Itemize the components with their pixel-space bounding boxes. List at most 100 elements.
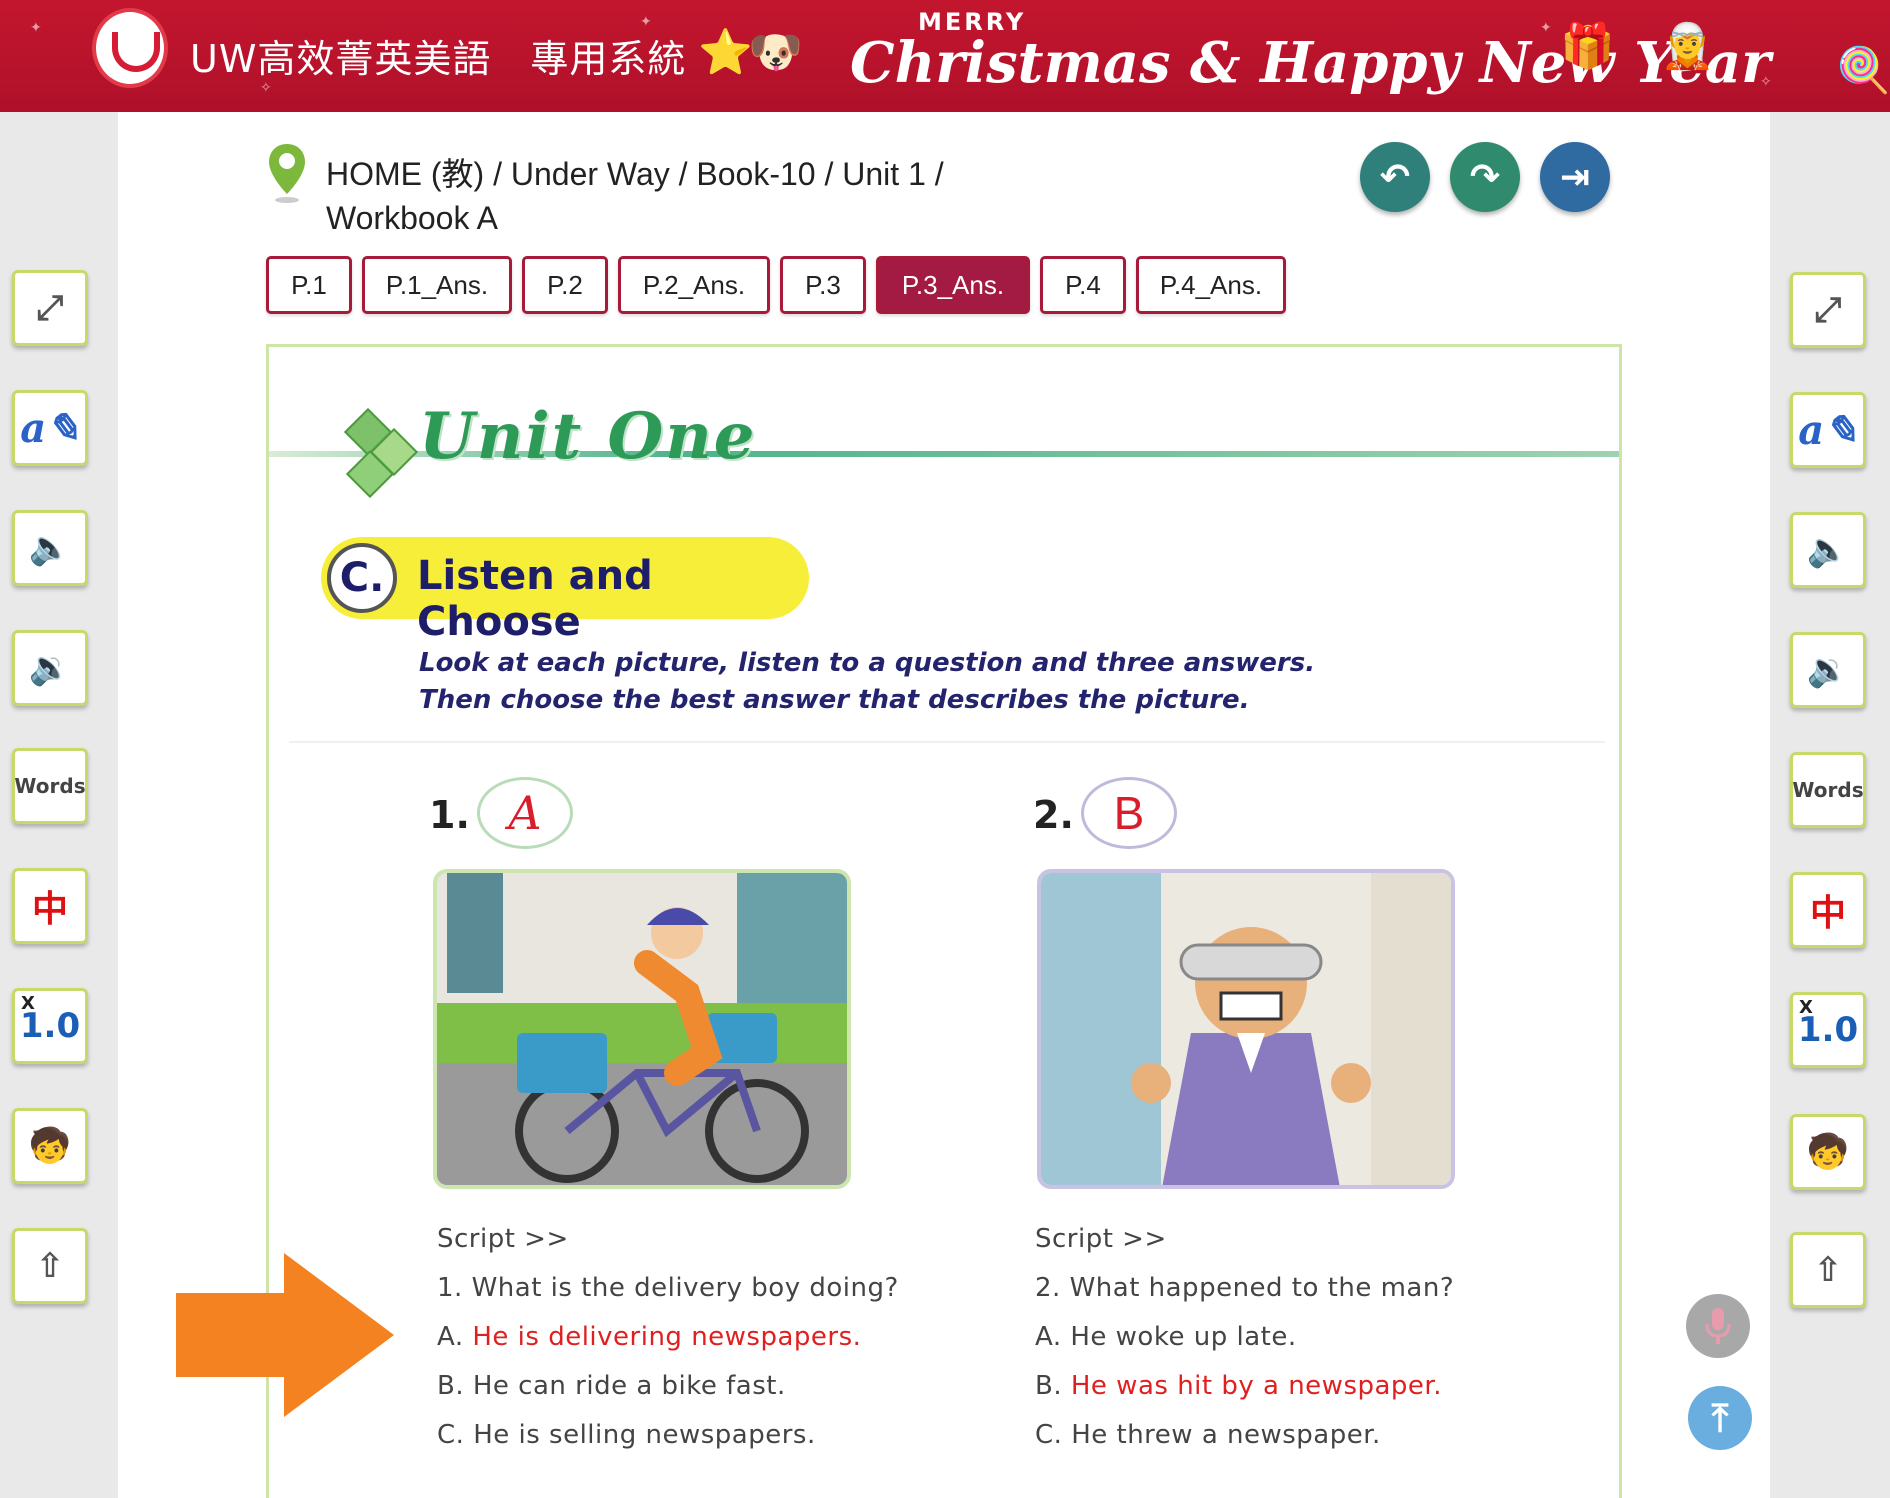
right-toolbar: ⤢ a✎ 🔈 🔉 Words 中 X 1.0 🧒 ⇧ [1770,112,1890,1498]
instructions-line-1: Look at each picture, listen to a questi… [419,648,1316,678]
instructions-line-2: Then choose the best answer that describ… [419,685,1250,715]
option-letter: A. [437,1322,464,1352]
back-button[interactable]: ↶ [1360,142,1430,212]
upload-arrow-icon: ⇧ [1813,1250,1843,1290]
speaker-document-icon: 🔈 [1806,530,1850,570]
option-text: He is selling newspapers. [473,1420,816,1450]
tab-label: P.2_Ans. [642,269,746,300]
script-question: 2. What happened to the man? [1035,1273,1455,1303]
chinese-off-icon: 中 [1809,893,1846,934]
option-text: He woke up late. [1070,1322,1297,1352]
tab-p2-ans[interactable]: P.2_Ans. [618,256,770,314]
speaker-list-icon: 🔉 [1806,650,1850,690]
location-pin-icon [269,144,305,203]
delivery-boy-illustration [437,873,847,1185]
tab-p1-ans[interactable]: P.1_Ans. [362,256,512,314]
site-title: UW高效菁英美語 專用系統 [190,37,687,81]
expand-arrows-icon: ⤢ [36,288,64,328]
scroll-to-top-button[interactable]: ⤒ [1688,1386,1752,1450]
tab-label: P.3 [805,269,841,300]
tab-label: P.2 [547,269,583,300]
script-option-c: C. He threw a newspaper. [1035,1411,1454,1460]
words-button[interactable]: Words [12,748,88,824]
unit-title: Unit One [419,399,757,474]
upload-button[interactable]: ⇧ [12,1228,88,1304]
workbook-page: Unit One C. Listen and Choose Look at ea… [266,344,1622,1498]
script-option-a: A. He is delivering newspapers. [437,1313,899,1362]
microphone-button[interactable] [1686,1294,1750,1358]
answer-oval-a: A [477,777,573,849]
tab-label: P.4 [1065,269,1101,300]
audio-script-button-right[interactable]: 🔉 [1790,632,1866,708]
tab-p4-ans[interactable]: P.4_Ans. [1136,256,1286,314]
expand-arrows-icon: ⤢ [1814,290,1842,330]
star-ornament-icon: ⭐ [698,27,753,78]
option-letter: C. [1035,1420,1063,1450]
script-question-1: Script >> 1. What is the delivery boy do… [437,1215,899,1460]
chinese-toggle-button[interactable]: 中 [12,868,88,944]
script-option-a: A. He woke up late. [1035,1313,1454,1362]
left-toolbar: ⤢ a✎ 🔈 🔉 Words 中 X 1.0 🧒 ⇧ [0,112,118,1498]
upload-arrow-icon: ⇧ [35,1246,65,1286]
chinese-toggle-button-right[interactable]: 中 [1790,872,1866,948]
undo-arrow-icon: ↶ [1379,156,1411,198]
tab-p3[interactable]: P.3 [780,256,866,314]
tab-p4[interactable]: P.4 [1040,256,1126,314]
instructions: Look at each picture, listen to a questi… [419,645,1319,719]
words-label: Words [1792,778,1864,802]
character-guide-button[interactable]: 🧒 [12,1108,88,1184]
tab-p3-ans[interactable]: P.3_Ans. [876,256,1030,314]
option-letter: C. [437,1420,465,1450]
site-logo[interactable] [92,8,168,88]
puppy-mascot-icon: 🐶 [748,27,803,78]
tab-label: P.4_Ans. [1159,269,1263,300]
question-number: 1. [429,793,470,837]
upload-button-right[interactable]: ⇧ [1790,1232,1866,1308]
section-title: Listen and Choose [417,553,653,645]
speed-prefix: X [21,993,35,1014]
option-text: He threw a newspaper. [1071,1420,1381,1450]
section-letter: C. [327,543,397,613]
playback-speed-button-right[interactable]: X 1.0 [1790,992,1866,1068]
pen-letter-a-icon: a✎ [20,404,80,452]
answer-letter: B [1113,787,1145,839]
audio-sheet-button-right[interactable]: 🔈 [1790,512,1866,588]
forward-button[interactable]: ↷ [1450,142,1520,212]
chinese-off-icon: 中 [31,889,68,930]
option-letter: B. [437,1371,465,1401]
cartoon-kid-icon: 🧒 [1806,1132,1850,1172]
tab-p1[interactable]: P.1 [266,256,352,314]
elf-ornament-icon: 🧝 [1660,21,1715,72]
script-question: 1. What is the delivery boy doing? [437,1273,899,1303]
arrow-up-icon: ⤒ [1711,1395,1729,1440]
microphone-icon [1705,1308,1731,1344]
tab-p2[interactable]: P.2 [522,256,608,314]
audio-script-button[interactable]: 🔉 [12,630,88,706]
speaker-list-icon: 🔉 [28,648,72,688]
script-option-c: C. He is selling newspapers. [437,1411,899,1460]
man-hit-by-newspaper-illustration [1041,873,1451,1185]
speed-prefix: X [1799,997,1813,1018]
question-number: 2. [1033,793,1074,837]
fullscreen-button[interactable]: ⤢ [12,270,88,346]
handwriting-button[interactable]: a✎ [12,390,88,466]
tab-label: P.1_Ans. [385,269,489,300]
character-guide-button-right[interactable]: 🧒 [1790,1114,1866,1190]
fullscreen-button-right[interactable]: ⤢ [1790,272,1866,348]
highlight-arrow-icon [176,1253,394,1417]
audio-sheet-button[interactable]: 🔈 [12,510,88,586]
words-button-right[interactable]: Words [1790,752,1866,828]
words-label: Words [14,774,86,798]
holiday-greeting: Christmas & Happy New Year [850,30,1771,96]
candy-cane-icon: 🍭 [1836,45,1890,96]
exit-button[interactable]: ⇥ [1540,142,1610,212]
option-text: He was hit by a newspaper. [1070,1371,1442,1401]
handwriting-button-right[interactable]: a✎ [1790,392,1866,468]
playback-speed-button[interactable]: X 1.0 [12,988,88,1064]
speaker-document-icon: 🔈 [28,528,72,568]
logout-icon: ⇥ [1559,156,1591,198]
tab-label: P.3_Ans. [901,269,1005,300]
answer-letter: A [508,786,542,840]
option-text: He can ride a bike fast. [472,1371,786,1401]
option-letter: B. [1035,1371,1063,1401]
